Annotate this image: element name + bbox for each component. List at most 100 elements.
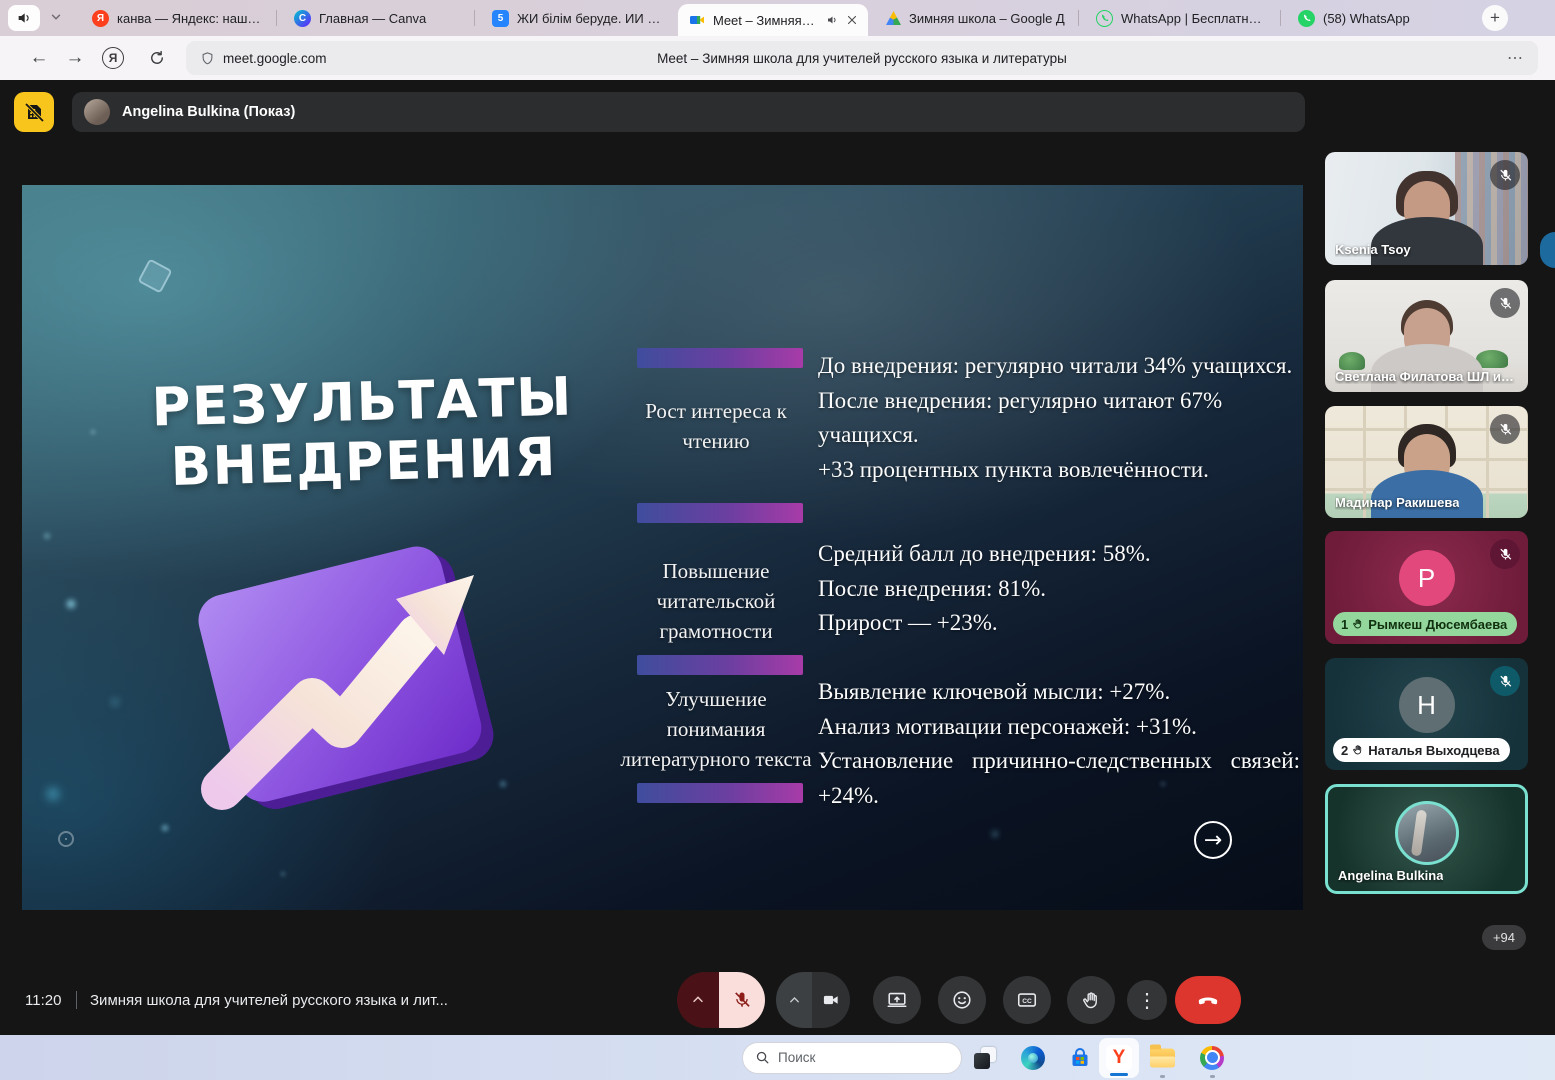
participant-tile[interactable]: Светлана Филатова ШЛ им....	[1325, 280, 1528, 392]
block-text: Выявление ключевой мысли: +27%. Анализ м…	[818, 675, 1300, 813]
tab-title: WhatsApp | Бесплатный з	[1121, 11, 1268, 26]
meet-control-bar: 11:20 Зимняя школа для учителей русского…	[0, 965, 1555, 1035]
meet-stage: Angelina Bulkina (Показ) РЕЗУЛЬТАТЫ ВНЕД…	[0, 80, 1555, 1035]
gradient-bar	[637, 348, 803, 368]
participant-name: Светлана Филатова ШЛ им....	[1335, 369, 1515, 384]
browser-address-bar: ← → Я meet.google.com Meet – Зимняя школ…	[0, 36, 1555, 80]
person-silhouette	[1371, 344, 1483, 392]
page-title: Meet – Зимняя школа для учителей русског…	[186, 51, 1538, 66]
more-participants-badge[interactable]: +94	[1482, 925, 1526, 950]
tab-yandex-search[interactable]: Я канва — Яндекс: нашлась	[82, 0, 274, 36]
file-explorer-icon[interactable]	[1150, 1048, 1175, 1067]
participant-tile-active-speaker[interactable]: Angelina Bulkina	[1325, 784, 1528, 894]
refresh-icon[interactable]	[144, 45, 170, 71]
meet-favicon	[688, 12, 705, 29]
tab-meet-active[interactable]: Meet – Зимняя школ	[678, 4, 868, 36]
yellow-extension-button[interactable]	[14, 92, 54, 132]
raise-hand-button[interactable]	[1067, 976, 1115, 1024]
tab-title: Meet – Зимняя школ	[713, 13, 818, 28]
mic-off-icon	[1490, 160, 1520, 190]
more-options-button[interactable]: ⋮	[1127, 980, 1167, 1020]
camera-control-group	[776, 972, 850, 1028]
edge-icon[interactable]	[1021, 1046, 1045, 1070]
chevron-down-icon[interactable]	[46, 7, 66, 27]
captions-button[interactable]: CC	[1003, 976, 1051, 1024]
drive-favicon	[886, 11, 901, 25]
reactions-button[interactable]	[938, 976, 986, 1024]
avatar: H	[1399, 677, 1455, 733]
yandex-button-icon[interactable]: Я	[102, 47, 124, 69]
tab-whatsapp[interactable]: (58) WhatsApp	[1288, 0, 1458, 36]
taskbar-search[interactable]	[742, 1042, 962, 1074]
windows-taskbar: Y	[0, 1035, 1555, 1080]
participant-name: Рымкеш Дюсембаева	[1368, 617, 1507, 632]
mic-muted-button[interactable]	[719, 972, 765, 1028]
tab-whatsapp-web[interactable]: WhatsApp | Бесплатный з	[1086, 0, 1278, 36]
url-bar[interactable]: meet.google.com Meet – Зимняя школа для …	[186, 41, 1538, 75]
participant-tile[interactable]: H 2 Наталья Выходцева	[1325, 658, 1528, 770]
tab-slides[interactable]: 5 ЖИ білім беруде. ИИ в об	[482, 0, 676, 36]
growth-arrow-graphic	[160, 483, 532, 827]
yandex-favicon: Я	[92, 10, 109, 27]
tab-title: Главная — Canva	[319, 11, 462, 26]
browser-tab-bar: Я канва — Яндекс: нашлась C Главная — Ca…	[0, 0, 1555, 36]
block-label: Улучшение понимания литературного текста	[614, 685, 818, 774]
yandex-browser-taskbar-icon[interactable]: Y	[1099, 1038, 1139, 1078]
participant-name: Мадинар Ракишева	[1335, 495, 1459, 510]
yandex-browser-icon: Y	[1106, 1045, 1132, 1071]
search-input[interactable]	[778, 1050, 928, 1065]
chrome-icon[interactable]	[1200, 1046, 1224, 1070]
mic-off-icon	[1490, 539, 1520, 569]
end-call-button[interactable]	[1175, 976, 1241, 1024]
slide-next-arrow: →	[1194, 821, 1232, 859]
tab-separator	[474, 10, 475, 26]
tab-audio-button[interactable]	[8, 5, 40, 31]
task-view-button[interactable]	[973, 1046, 997, 1070]
tab-separator	[1280, 10, 1281, 26]
whatsapp-outline-favicon	[1096, 10, 1113, 27]
close-icon[interactable]	[846, 14, 858, 26]
new-tab-button[interactable]: +	[1482, 5, 1508, 31]
block-label: Повышение читательской грамотности	[614, 557, 818, 646]
pin-decoration	[58, 831, 74, 847]
camera-options-chevron[interactable]	[776, 972, 812, 1028]
participant-name: Angelina Bulkina	[1338, 868, 1443, 883]
mic-off-icon	[1490, 288, 1520, 318]
screen: Я канва — Яндекс: нашлась C Главная — Ca…	[0, 0, 1555, 1080]
participant-name: Наталья Выходцева	[1368, 743, 1499, 758]
task-view-front-square	[974, 1053, 990, 1069]
plant-decoration	[1339, 352, 1365, 370]
avatar	[1395, 801, 1459, 865]
tab-sound-icon	[826, 14, 838, 26]
shield-icon	[200, 51, 215, 66]
gradient-bar	[637, 655, 803, 675]
block-text: Средний балл до внедрения: 58%. После вн…	[818, 537, 1300, 641]
camera-button[interactable]	[812, 972, 850, 1028]
side-panel-handle[interactable]	[1540, 232, 1555, 268]
block-label: Рост интереса к чтению	[614, 397, 818, 457]
avatar: P	[1399, 550, 1455, 606]
participant-tile[interactable]: P 1 Рымкеш Дюсембаева	[1325, 531, 1528, 644]
present-screen-button[interactable]	[873, 976, 921, 1024]
tab-google-drive[interactable]: Зимняя школа – Google Д	[876, 0, 1076, 36]
shared-presentation: РЕЗУЛЬТАТЫ ВНЕДРЕНИЯ	[22, 185, 1303, 910]
cube-decoration	[137, 258, 172, 293]
more-menu-icon[interactable]: ⋯	[1507, 48, 1524, 68]
block-text: До внедрения: регулярно читали 34% учащи…	[818, 349, 1300, 487]
microsoft-store-icon[interactable]	[1068, 1046, 1092, 1070]
back-icon[interactable]: ←	[26, 45, 52, 71]
presenter-banner[interactable]: Angelina Bulkina (Показ)	[72, 92, 1305, 132]
gradient-bar	[637, 503, 803, 523]
clock-text: 11:20	[25, 992, 61, 1009]
start-button[interactable]	[706, 1046, 730, 1070]
divider	[76, 991, 77, 1009]
tab-title: ЖИ білім беруде. ИИ в об	[517, 11, 666, 26]
mic-options-chevron[interactable]	[677, 972, 719, 1028]
slide-sparkles	[22, 185, 24, 187]
participant-tile[interactable]: Мадинар Ракишева	[1325, 406, 1528, 518]
tab-title: Зимняя школа – Google Д	[909, 11, 1066, 26]
forward-icon[interactable]: →	[62, 45, 88, 71]
participant-tile[interactable]: Ksenia Tsoy	[1325, 152, 1528, 265]
tab-canva[interactable]: C Главная — Canva	[284, 0, 472, 36]
raised-hand-icon	[1352, 744, 1364, 756]
